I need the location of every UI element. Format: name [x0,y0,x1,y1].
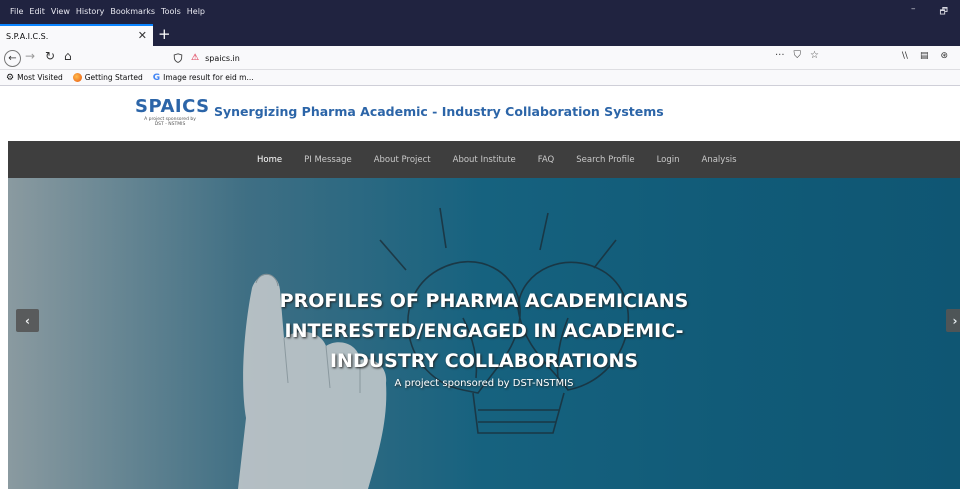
new-tab-button[interactable]: + [158,25,171,43]
menu-history[interactable]: History [73,7,107,16]
menu-bookmarks[interactable]: Bookmarks [107,7,158,16]
menu-help[interactable]: Help [184,7,208,16]
nav-faq[interactable]: FAQ [538,155,554,165]
logo-word: SPAICS [135,96,210,117]
hero-carousel: ‹ › PROFILES OF PHARMA ACADEMICIANS INTE… [8,178,960,489]
back-icon[interactable]: ← [4,50,21,67]
site-nav-links: Home PI Message About Project About Inst… [257,141,759,178]
url-text[interactable]: spaics.in [205,54,240,63]
url-bar[interactable]: ⚠ spaics.in ··· ⛉ ☆ [165,49,825,67]
nav-about-institute[interactable]: About Institute [453,155,516,165]
restore-icon[interactable]: 🗗 [940,4,948,20]
bookmark-most-visited[interactable]: ⚙ Most Visited [6,73,63,83]
nav-toolbar: ← → ↻ ⌂ ⚠ spaics.in ··· ⛉ ☆ \\ ▤ ⊛ [0,46,960,70]
tab-spaics[interactable]: S.P.A.I.C.S. ✕ [0,24,153,46]
google-icon: G [152,73,161,83]
bookmark-label: Getting Started [84,73,143,82]
site-nav: Home PI Message About Project About Inst… [8,141,960,178]
tab-bar: S.P.A.I.C.S. ✕ + [0,22,960,46]
menu-tools[interactable]: Tools [158,7,184,16]
site-logo[interactable]: SPAICS A project sponsored by DST - NSTM… [135,96,210,127]
firefox-icon [72,73,82,82]
bookmark-getting-started[interactable]: Getting Started [72,73,143,82]
window-controls: – 🗗 [911,4,948,20]
hero-heading: PROFILES OF PHARMA ACADEMICIANS INTEREST… [8,286,960,376]
bookmark-image-result[interactable]: G Image result for eid m... [152,73,254,83]
url-tools: ··· ⛉ ☆ [775,50,819,61]
tab-title: S.P.A.I.C.S. [6,31,49,41]
toolbar-right: \\ ▤ ⊛ [902,51,948,61]
sidebar-icon[interactable]: ▤ [920,51,929,61]
site-header: SPAICS A project sponsored by DST - NSTM… [8,87,960,141]
bookmark-label: Most Visited [17,73,63,82]
hero-subtitle: A project sponsored by DST-NSTMIS [394,378,574,389]
hero-heading-line: INDUSTRY COLLABORATIONS [329,350,639,372]
nav-pi-message[interactable]: PI Message [304,155,352,165]
nav-about-project[interactable]: About Project [374,155,431,165]
account-icon[interactable]: ⊛ [940,51,948,61]
menu-view[interactable]: View [48,7,73,16]
logo-subtitle-sponsor: DST - NSTMIS [154,122,186,127]
reload-icon[interactable]: ↻ [45,49,55,63]
forward-icon[interactable]: → [25,49,35,63]
gear-icon: ⚙ [6,73,15,83]
library-icon[interactable]: \\ [902,51,908,61]
bookmark-label: Image result for eid m... [163,73,254,82]
site-title: Synergizing Pharma Academic - Industry C… [214,104,664,119]
browser-menubar: File Edit View History Bookmarks Tools H… [0,0,960,22]
nav-analysis[interactable]: Analysis [702,155,737,165]
hero-heading-line: PROFILES OF PHARMA ACADEMICIANS [279,290,689,312]
nav-home[interactable]: Home [257,155,282,165]
bookmark-star-icon[interactable]: ☆ [810,50,819,61]
bookmarks-bar: ⚙ Most Visited Getting Started G Image r… [0,70,960,86]
home-icon[interactable]: ⌂ [64,49,72,63]
pocket-icon[interactable]: ⛉ [794,50,802,61]
close-icon[interactable]: ✕ [138,29,147,42]
nav-login[interactable]: Login [657,155,680,165]
hero-caption: PROFILES OF PHARMA ACADEMICIANS INTEREST… [8,286,960,389]
nav-search-profile[interactable]: Search Profile [576,155,634,165]
page-actions-icon[interactable]: ··· [775,50,785,61]
insecure-connection-icon[interactable]: ⚠ [191,53,199,63]
minimize-icon[interactable]: – [911,4,916,20]
menu-file[interactable]: File [0,7,26,16]
shield-icon[interactable] [173,53,183,63]
menu-edit[interactable]: Edit [26,7,48,16]
hero-heading-line: INTERESTED/ENGAGED IN ACADEMIC- [284,320,684,342]
